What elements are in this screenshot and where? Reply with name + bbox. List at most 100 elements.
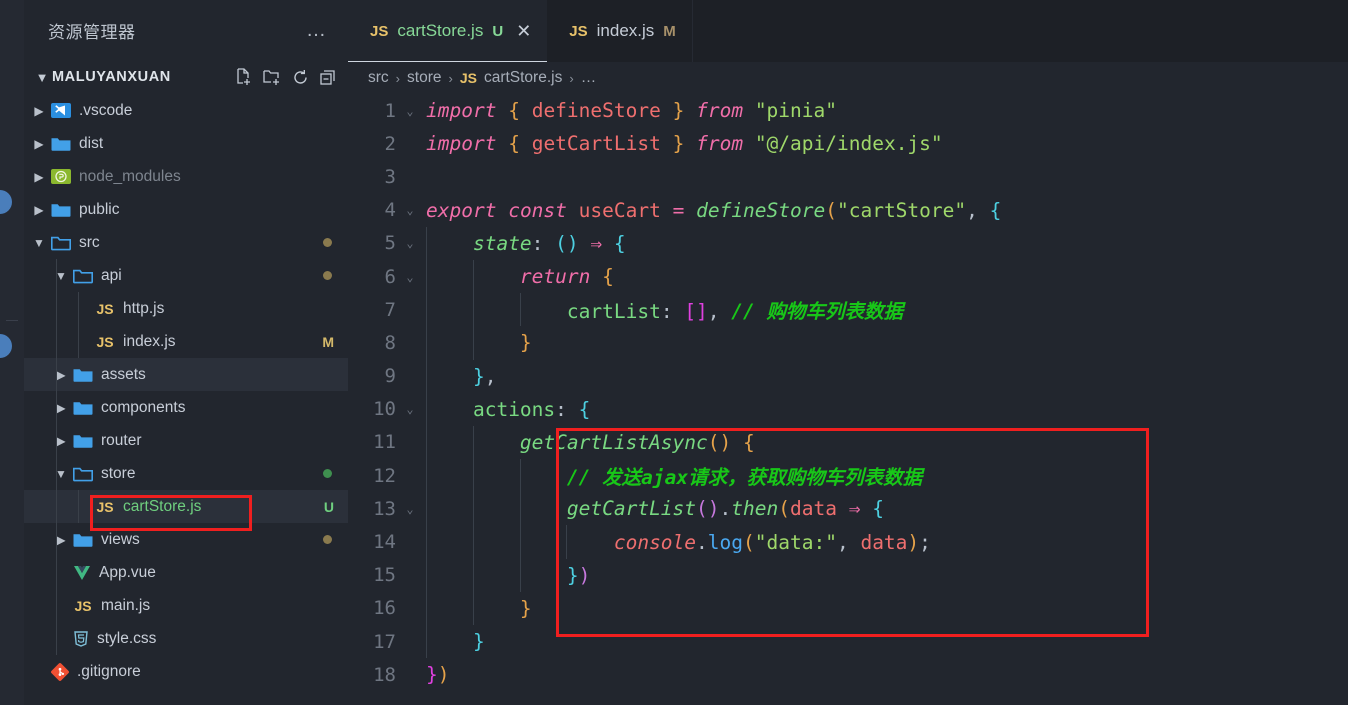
code-token: "@/api/index.js" <box>754 132 943 156</box>
js-file-icon: JS <box>459 70 477 86</box>
code-indent-guide <box>519 459 521 493</box>
chevron-right-icon[interactable]: ▶ <box>50 434 72 448</box>
activity-dot-1-icon[interactable] <box>0 190 12 214</box>
code-token: return <box>519 265 591 289</box>
code-token: : <box>531 231 544 255</box>
code-line[interactable]: 14 console.log("data:", data); <box>348 525 1348 559</box>
collapse-all-icon[interactable] <box>320 69 338 86</box>
tree-item-store[interactable]: ▼ store <box>24 457 348 490</box>
code-token: import <box>426 132 497 156</box>
tree-item--gitignore[interactable]: · .gitignore <box>24 655 348 688</box>
tree-item-node-modules[interactable]: ▶ node_modules <box>24 160 348 193</box>
fold-chevron-icon[interactable]: ⌄ <box>400 203 420 217</box>
breadcrumb-item[interactable]: store <box>407 69 441 87</box>
new-file-icon[interactable] <box>235 68 252 86</box>
new-folder-icon[interactable] <box>263 68 281 86</box>
code-line[interactable]: 17 } <box>348 625 1348 659</box>
code-token: . <box>696 530 708 554</box>
code-editor[interactable]: 1 ⌄ import { defineStore } from "pinia" 2 im… <box>348 94 1348 705</box>
code-token: console <box>613 530 697 554</box>
code-token: } <box>672 99 685 123</box>
css-file-icon <box>72 630 90 648</box>
code-line[interactable]: 3 <box>348 160 1348 193</box>
breadcrumb-item[interactable]: cartStore.js <box>484 69 562 87</box>
code-line[interactable]: 15 }) <box>348 558 1348 592</box>
chevron-right-icon[interactable]: ▶ <box>28 104 50 118</box>
activity-bar-divider <box>6 320 18 321</box>
code-line[interactable]: 6 ⌄ return { <box>348 259 1348 294</box>
chevron-right-icon[interactable]: ▶ <box>50 533 72 547</box>
indent-guide <box>78 490 79 523</box>
indent-guide <box>56 556 57 589</box>
breadcrumb-item[interactable]: … <box>581 69 597 87</box>
chevron-right-icon[interactable]: ▶ <box>28 203 50 217</box>
code-token: { <box>872 497 884 521</box>
tree-item-dist[interactable]: ▶ dist <box>24 127 348 160</box>
editor-tab-index-js[interactable]: JS index.js M <box>547 0 692 62</box>
tree-item-cartstore-js[interactable]: ·JS cartStore.js U <box>24 490 348 523</box>
tree-item-main-js[interactable]: ·JS main.js <box>24 589 348 622</box>
chevron-right-icon[interactable]: ▶ <box>50 368 72 382</box>
more-actions-icon[interactable]: … <box>304 20 330 40</box>
explorer-header: 资源管理器 … <box>24 0 348 60</box>
indent-guide <box>56 325 57 358</box>
code-line[interactable]: 8 } <box>348 326 1348 360</box>
code-token: [] <box>684 300 708 324</box>
code-line[interactable]: 1 ⌄ import { defineStore } from "pinia" <box>348 94 1348 127</box>
chevron-right-icon[interactable]: ▶ <box>50 401 72 415</box>
editor-tab-cartstore-js[interactable]: JS cartStore.js U ✕ <box>348 0 548 62</box>
chevron-down-icon[interactable]: ▼ <box>32 70 52 85</box>
code-indent-guide <box>426 259 427 294</box>
tree-item-assets[interactable]: ▶ assets <box>24 358 348 391</box>
code-line[interactable]: 16 } <box>348 591 1348 625</box>
tree-item-views[interactable]: ▶ views <box>24 523 348 556</box>
code-indent-guide <box>472 259 474 294</box>
chevron-right-icon[interactable]: ▶ <box>28 170 50 184</box>
fold-chevron-icon[interactable]: ⌄ <box>400 270 420 284</box>
code-line[interactable]: 9 }, <box>348 359 1348 393</box>
chevron-right-icon[interactable]: ▶ <box>28 137 50 151</box>
breadcrumb-item[interactable]: src <box>368 69 389 87</box>
code-line[interactable]: 18}) <box>348 658 1348 691</box>
indent-guide <box>78 325 79 358</box>
tree-item-public[interactable]: ▶ public <box>24 193 348 226</box>
tree-item-label: index.js <box>123 332 176 350</box>
fold-chevron-icon[interactable]: ⌄ <box>400 104 420 118</box>
code-token: } <box>566 563 579 587</box>
code-text: } <box>420 331 532 354</box>
chevron-down-icon[interactable]: ▼ <box>50 269 72 283</box>
code-line[interactable]: 7 cartList: [], // 购物车列表数据 <box>348 293 1348 327</box>
code-indent-guide <box>426 392 427 426</box>
tree-item-style-css[interactable]: · style.css <box>24 622 348 655</box>
tree-item-http-js[interactable]: ·JS http.js <box>24 292 348 325</box>
workspace-root-row[interactable]: ▼ MALUYANXUAN <box>24 60 348 94</box>
tree-item-components[interactable]: ▶ components <box>24 391 348 424</box>
line-number: 5 <box>384 232 396 255</box>
code-line[interactable]: 5 ⌄ state: () ⇒ { <box>348 226 1348 260</box>
fold-chevron-icon[interactable]: ⌄ <box>400 402 420 416</box>
fold-chevron-icon[interactable]: ⌄ <box>400 502 420 516</box>
refresh-icon[interactable] <box>292 69 309 86</box>
code-line[interactable]: 2 import { getCartList } from "@/api/inde… <box>348 127 1348 160</box>
chevron-down-icon[interactable]: ▼ <box>28 236 50 250</box>
line-number: 17 <box>373 630 396 653</box>
close-icon[interactable]: ✕ <box>516 22 531 40</box>
tree-item-label: style.css <box>97 629 157 647</box>
tree-item-router[interactable]: ▶ router <box>24 424 348 457</box>
tree-item--vscode[interactable]: ▶ .vscode <box>24 94 348 127</box>
code-line[interactable]: 4 ⌄ export const useCart = defineStore("ca… <box>348 194 1348 227</box>
tree-item-src[interactable]: ▼ src <box>24 226 348 259</box>
code-line[interactable]: 11 getCartListAsync() { <box>348 425 1348 460</box>
tree-item-index-js[interactable]: ·JS index.js M <box>24 325 348 358</box>
fold-chevron-icon[interactable]: ⌄ <box>400 236 420 250</box>
code-line[interactable]: 13 ⌄ getCartList().then(data ⇒ { <box>348 492 1348 526</box>
code-line[interactable]: 10 ⌄ actions: { <box>348 392 1348 426</box>
tree-item-app-vue[interactable]: · App.vue <box>24 556 348 589</box>
activity-dot-2-icon[interactable] <box>0 334 12 358</box>
tree-item-api[interactable]: ▼ api <box>24 259 348 292</box>
chevron-down-icon[interactable]: ▼ <box>50 467 72 481</box>
code-line[interactable]: 12 // 发送ajax请求，获取购物车列表数据 <box>348 459 1348 493</box>
